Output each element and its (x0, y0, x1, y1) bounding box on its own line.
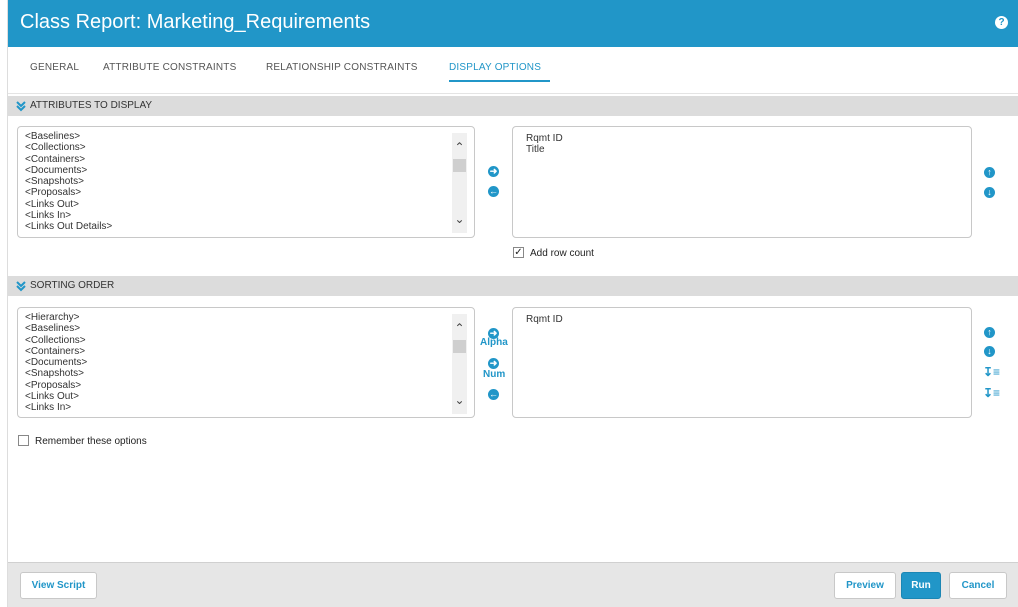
arrow-right-icon[interactable]: ➜ (488, 166, 499, 177)
list-item[interactable]: <Proposals> (25, 187, 112, 198)
sort-descending-icon[interactable]: ↧≡ (983, 386, 1000, 400)
double-chevron-down-icon (16, 281, 26, 292)
list-item[interactable]: Rqmt ID (526, 314, 563, 325)
list-item[interactable]: <Baselines> (25, 323, 87, 334)
list-item[interactable]: <Links In> (25, 402, 87, 413)
list-item[interactable]: <Collections> (25, 142, 112, 153)
arrow-left-icon[interactable]: ← (488, 186, 499, 197)
available-attributes-items: <Baselines> <Collections> <Containers> <… (25, 131, 112, 233)
active-tab-indicator (449, 80, 550, 82)
remember-options-checkbox[interactable] (18, 435, 29, 446)
num-sort-label[interactable]: Num (483, 369, 505, 380)
list-item[interactable]: <Documents> (25, 357, 87, 368)
arrow-down-icon[interactable]: ↓ (984, 187, 995, 198)
sort-ascending-icon[interactable]: ↧≡ (983, 365, 1000, 379)
footer-bar: View Script Preview Run Cancel (8, 562, 1018, 607)
list-item[interactable]: <Documents> (25, 165, 112, 176)
arrow-down-icon[interactable]: ↓ (984, 346, 995, 357)
list-item[interactable]: <Links Out Details> (25, 221, 112, 232)
arrow-right-icon[interactable]: ➜ (488, 358, 499, 369)
preview-button[interactable]: Preview (834, 572, 896, 599)
selected-attributes-items: Rqmt ID Title (526, 133, 563, 156)
arrow-left-icon[interactable]: ← (488, 389, 499, 400)
selected-sort-list[interactable]: Rqmt ID (512, 307, 972, 418)
list-item[interactable]: <Links Out> (25, 199, 112, 210)
chevron-down-icon[interactable]: ⌄ (453, 394, 466, 406)
left-edge (0, 0, 8, 607)
available-sort-list[interactable]: <Hierarchy> <Baselines> <Collections> <C… (17, 307, 475, 418)
tab-general[interactable]: GENERAL (30, 62, 79, 73)
list-item[interactable]: <Snapshots> (25, 368, 87, 379)
attributes-section-title: ATTRIBUTES TO DISPLAY (30, 100, 153, 111)
selected-attributes-list[interactable]: Rqmt ID Title (512, 126, 972, 238)
available-attributes-list[interactable]: <Baselines> <Collections> <Containers> <… (17, 126, 475, 238)
title-bar: Class Report: Marketing_Requirements ? (8, 0, 1018, 47)
cancel-button[interactable]: Cancel (949, 572, 1007, 599)
selected-sort-items: Rqmt ID (526, 314, 563, 325)
add-row-count-checkbox[interactable]: ✓ (513, 247, 524, 258)
list-item[interactable]: <Baselines> (25, 131, 112, 142)
tab-attribute-constraints[interactable]: ATTRIBUTE CONSTRAINTS (103, 62, 236, 73)
remember-options-label: Remember these options (35, 436, 147, 447)
list-item[interactable]: <Proposals> (25, 380, 87, 391)
alpha-sort-label[interactable]: Alpha (480, 337, 508, 348)
list-item[interactable]: Title (526, 144, 563, 155)
sorting-section-header[interactable]: SORTING ORDER (8, 276, 1018, 296)
list-item[interactable]: <Snapshots> (25, 176, 112, 187)
run-button[interactable]: Run (901, 572, 941, 599)
tab-bar: GENERAL ATTRIBUTE CONSTRAINTS RELATIONSH… (8, 47, 1018, 94)
attributes-section-header[interactable]: ATTRIBUTES TO DISPLAY (8, 96, 1018, 116)
chevron-up-icon[interactable]: ⌃ (453, 322, 466, 334)
arrow-up-icon[interactable]: ↑ (984, 167, 995, 178)
add-row-count-label: Add row count (530, 248, 594, 259)
scrollbar-thumb[interactable] (453, 340, 466, 353)
scrollbar[interactable]: ⌃ ⌄ (452, 133, 467, 233)
list-item[interactable]: <Containers> (25, 346, 87, 357)
tab-relationship-constraints[interactable]: RELATIONSHIP CONSTRAINTS (266, 62, 418, 73)
list-item[interactable]: <Links In> (25, 210, 112, 221)
list-item[interactable]: <Hierarchy> (25, 312, 87, 323)
arrow-up-icon[interactable]: ↑ (984, 327, 995, 338)
available-sort-items: <Hierarchy> <Baselines> <Collections> <C… (25, 312, 87, 414)
chevron-up-icon[interactable]: ⌃ (453, 141, 466, 153)
window-title: Class Report: Marketing_Requirements (20, 11, 371, 33)
tab-display-options[interactable]: DISPLAY OPTIONS (449, 62, 541, 73)
list-item[interactable]: <Links Out> (25, 391, 87, 402)
double-chevron-down-icon (16, 101, 26, 112)
sorting-section-title: SORTING ORDER (30, 280, 115, 291)
chevron-down-icon[interactable]: ⌄ (453, 213, 466, 225)
list-item[interactable]: <Collections> (25, 335, 87, 346)
help-icon[interactable]: ? (995, 16, 1008, 29)
list-item[interactable]: <Containers> (25, 154, 112, 165)
list-item[interactable]: Rqmt ID (526, 133, 563, 144)
scrollbar-thumb[interactable] (453, 159, 466, 172)
view-script-button[interactable]: View Script (20, 572, 97, 599)
scrollbar[interactable]: ⌃ ⌄ (452, 314, 467, 414)
